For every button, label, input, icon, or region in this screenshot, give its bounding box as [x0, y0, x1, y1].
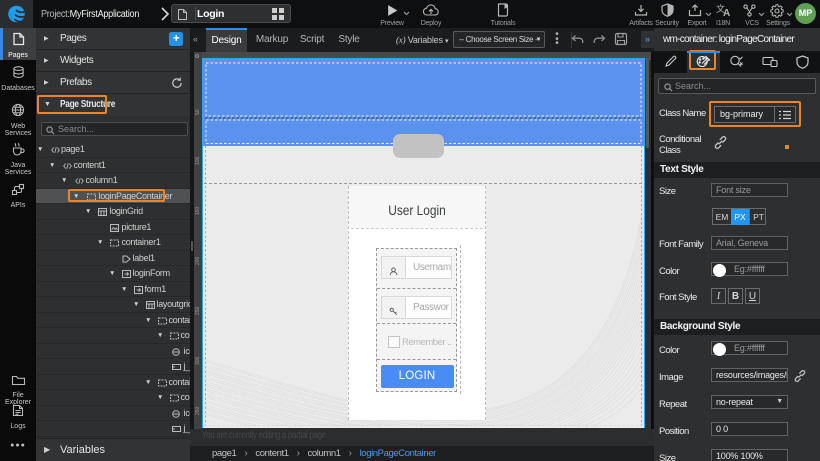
svg-text:A: A: [723, 8, 730, 17]
